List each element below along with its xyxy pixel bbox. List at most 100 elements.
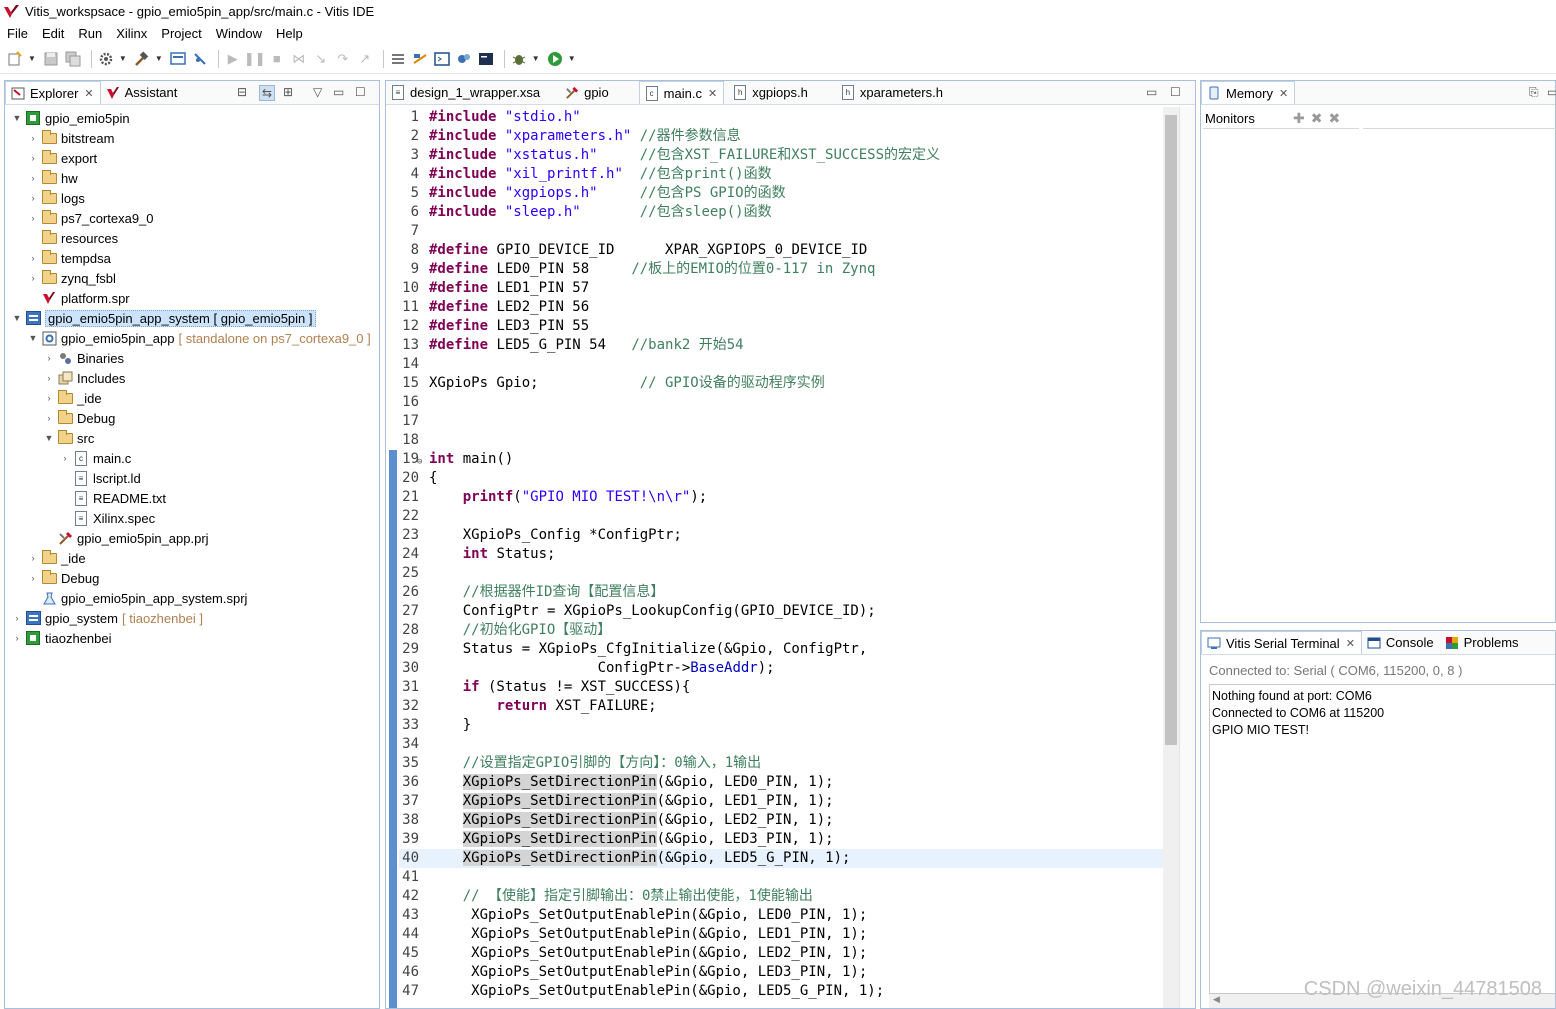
tree-item-resources[interactable]: resources [27, 228, 118, 248]
suspend-icon[interactable]: ❚❚ [244, 50, 266, 68]
tree-item-system-ide[interactable]: › _ide [27, 548, 86, 568]
close-icon[interactable]: ✕ [84, 87, 93, 100]
chevron-right-icon[interactable]: › [27, 573, 39, 583]
tree-item-main-c[interactable]: › c main.c [59, 448, 131, 468]
chevron-right-icon[interactable]: › [43, 353, 55, 363]
tab-xgpiops-h[interactable]: h xgpiops.h [728, 81, 814, 104]
chevron-right-icon[interactable]: › [11, 633, 23, 643]
tab-xparameters-h[interactable]: h xparameters.h [836, 81, 949, 104]
tree-item-zynq-fsbl[interactable]: › zynq_fsbl [27, 268, 116, 288]
new-memory-view-icon[interactable]: ⎘ [1529, 85, 1539, 100]
remove-all-monitors-icon[interactable]: ✖ [1328, 110, 1340, 127]
step-over-icon[interactable]: ↷ [334, 50, 352, 68]
terminate-icon[interactable]: ■ [268, 50, 286, 68]
menu-window[interactable]: Window [209, 26, 269, 41]
close-icon[interactable]: ✕ [1346, 637, 1355, 650]
tree-item-debug[interactable]: › Debug [43, 408, 115, 428]
tab-design-wrapper-xsa[interactable]: ≡ design_1_wrapper.xsa [386, 81, 546, 104]
tab-main-c[interactable]: c main.c ✕ [638, 81, 725, 104]
debug-bug-icon[interactable] [510, 50, 528, 68]
new-icon[interactable] [6, 50, 24, 68]
settings-gear-icon[interactable] [97, 50, 115, 68]
chevron-right-icon[interactable]: › [27, 253, 39, 263]
disconnect-icon[interactable]: ⋈ [290, 50, 308, 68]
tree-item-ide[interactable]: › _ide [43, 388, 102, 408]
tree-item-src[interactable]: ▼ src [43, 428, 94, 448]
chevron-right-icon[interactable]: › [43, 393, 55, 403]
tree-item-xilinx-spec[interactable]: ≡ Xilinx.spec [59, 508, 155, 528]
tree-item-system-debug[interactable]: › Debug [27, 568, 99, 588]
debug-dropdown-icon[interactable]: ▼ [532, 54, 540, 63]
tab-explorer[interactable]: Explorer ✕ [5, 81, 101, 104]
tab-problems[interactable]: Problems [1440, 631, 1525, 654]
chevron-right-icon[interactable]: › [27, 153, 39, 163]
chevron-right-icon[interactable]: › [27, 173, 39, 183]
view-menu-icon[interactable]: ▽ [313, 85, 322, 99]
link-with-editor-icon[interactable]: ⇆ [259, 85, 276, 101]
minimize-icon[interactable]: ▭ [1547, 85, 1556, 99]
menu-help[interactable]: Help [269, 26, 310, 41]
step-return-icon[interactable]: ↗ [356, 50, 374, 68]
remove-monitor-icon[interactable]: ✖ [1311, 110, 1323, 127]
skip-breakpoints-icon[interactable] [191, 50, 209, 68]
tree-item-binaries[interactable]: › Binaries [43, 348, 124, 368]
tree-item-tempdsa[interactable]: › tempdsa [27, 248, 111, 268]
tree-item-system-sprj[interactable]: gpio_emio5pin_app_system.sprj [27, 588, 247, 608]
tree-item-ps7-cortexa9[interactable]: › ps7_cortexa9_0 [27, 208, 154, 228]
chevron-right-icon[interactable]: › [27, 553, 39, 563]
build-dropdown-icon[interactable]: ▼ [155, 54, 163, 63]
tab-vitis-serial-terminal[interactable]: Vitis Serial Terminal ✕ [1201, 631, 1362, 654]
tree-item-gpio-system[interactable]: › gpio_system [ tiaozhenbei ] [11, 608, 203, 628]
chevron-down-icon[interactable]: ▼ [11, 313, 23, 323]
menu-file[interactable]: File [0, 26, 35, 41]
collapse-all-icon[interactable]: ⊟ [237, 85, 247, 99]
tree-item-logs[interactable]: › logs [27, 188, 85, 208]
save-icon[interactable] [42, 50, 60, 68]
resume-icon[interactable]: ▶ [224, 50, 242, 68]
scroll-left-icon[interactable]: ◀ [1213, 994, 1220, 1004]
chevron-right-icon[interactable]: › [27, 273, 39, 283]
menu-run[interactable]: Run [71, 26, 109, 41]
minimize-icon[interactable]: ▭ [333, 85, 344, 99]
terminal-icon[interactable] [169, 50, 187, 68]
maximize-icon[interactable]: ☐ [355, 85, 366, 99]
menu-project[interactable]: Project [154, 26, 208, 41]
tree-item-bitstream[interactable]: › bitstream [27, 128, 114, 148]
tab-console[interactable]: Console [1362, 631, 1440, 654]
tree-item-readme[interactable]: ≡ README.txt [59, 488, 166, 508]
maximize-icon[interactable]: ☐ [1170, 85, 1181, 99]
tree-item-tiaozhenbei[interactable]: › tiaozhenbei [11, 628, 112, 648]
editor-vertical-scrollbar[interactable] [1163, 107, 1179, 1008]
tree-item-app-project[interactable]: ▼ gpio_emio5pin_app [ standalone on ps7_… [27, 328, 371, 348]
tab-assistant[interactable]: Assistant [101, 81, 184, 104]
chevron-right-icon[interactable]: › [43, 413, 55, 423]
chevron-right-icon[interactable]: › [27, 133, 39, 143]
save-all-icon[interactable] [64, 50, 82, 68]
new-dropdown-icon[interactable]: ▼ [28, 54, 36, 63]
run-icon[interactable] [546, 50, 564, 68]
minimize-icon[interactable]: ▭ [1146, 85, 1157, 99]
close-icon[interactable]: ✕ [708, 87, 717, 100]
close-icon[interactable]: ✕ [1279, 87, 1288, 100]
chevron-down-icon[interactable]: ▼ [43, 433, 55, 443]
step-into-icon[interactable]: ↘ [312, 50, 330, 68]
tree-item-app-system[interactable]: ▼ gpio_emio5pin_app_system [ gpio_emio5p… [11, 308, 316, 328]
menu-edit[interactable]: Edit [35, 26, 71, 41]
tree-item-platform-gpio-emio5pin[interactable]: ▼ gpio_emio5pin [11, 108, 130, 128]
tree-item-lscript[interactable]: ≡ lscript.ld [59, 468, 141, 488]
tree-item-platform-spr[interactable]: platform.spr [27, 288, 130, 308]
tree-item-hw[interactable]: › hw [27, 168, 78, 188]
chevron-down-icon[interactable]: ▼ [27, 333, 39, 343]
add-monitor-icon[interactable]: ✚ [1293, 110, 1305, 127]
tab-memory[interactable]: Memory ✕ [1201, 81, 1296, 104]
program-fpga-icon[interactable] [389, 50, 407, 68]
console-window-icon[interactable] [433, 50, 451, 68]
scrollbar-thumb[interactable] [1165, 115, 1177, 745]
terminal-output[interactable]: Nothing found at port: COM6 Connected to… [1209, 684, 1555, 994]
run-dropdown-icon[interactable]: ▼ [568, 54, 576, 63]
chevron-down-icon[interactable]: ▼ [11, 113, 23, 123]
build-hammer-icon[interactable] [133, 50, 151, 68]
chevron-right-icon[interactable]: › [27, 193, 39, 203]
settings-dropdown-icon[interactable]: ▼ [119, 54, 127, 63]
tree-item-app-prj[interactable]: gpio_emio5pin_app.prj [43, 528, 209, 548]
